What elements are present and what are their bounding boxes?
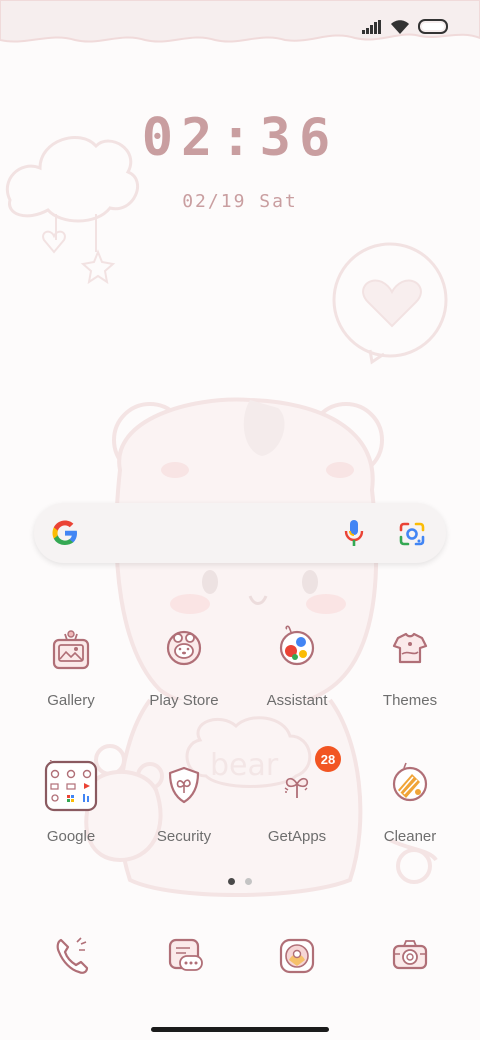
home-indicator[interactable] <box>151 1027 329 1032</box>
app-cleaner[interactable]: Cleaner <box>354 760 466 845</box>
dock-phone[interactable] <box>15 930 127 984</box>
assistant-icon <box>279 625 315 666</box>
app-assistant[interactable]: Assistant <box>241 624 353 709</box>
messages-icon <box>168 938 203 971</box>
page-indicator[interactable] <box>0 878 480 885</box>
getapps-icon <box>284 777 309 798</box>
clock-time[interactable]: 02:36 <box>0 108 480 168</box>
browser-icon <box>279 938 315 974</box>
page-dot-active <box>228 878 235 885</box>
gallery-icon <box>52 630 90 670</box>
google-lens-icon[interactable] <box>398 521 426 547</box>
app-gallery[interactable]: Gallery <box>15 624 127 709</box>
app-label: Cleaner <box>383 828 437 845</box>
app-label: Assistant <box>266 692 328 709</box>
dock-browser[interactable] <box>241 930 353 984</box>
cleaner-icon <box>392 762 428 802</box>
google-search-bar[interactable] <box>34 503 446 563</box>
google-g-icon <box>52 520 77 545</box>
app-google-folder[interactable]: Google <box>15 755 127 845</box>
page-dot <box>245 878 252 885</box>
app-themes[interactable]: Themes <box>354 624 466 709</box>
app-label: Google <box>46 828 96 845</box>
camera-icon <box>392 940 428 970</box>
phone-icon <box>56 937 89 974</box>
app-label: Play Store <box>149 692 219 709</box>
app-security[interactable]: Security <box>128 760 240 845</box>
app-label: Themes <box>382 692 438 709</box>
app-label: Gallery <box>47 692 95 709</box>
dock-camera[interactable] <box>354 930 466 984</box>
app-play-store[interactable]: Play Store <box>128 624 240 709</box>
themes-icon <box>392 632 428 664</box>
app-label: Security <box>156 828 212 845</box>
play-store-icon <box>166 630 202 666</box>
notification-badge: 28 <box>315 746 341 772</box>
microphone-icon[interactable] <box>343 519 365 547</box>
wifi-icon <box>391 20 409 34</box>
signal-bars-icon <box>362 20 381 34</box>
app-getapps[interactable]: 28 GetApps <box>241 746 353 845</box>
security-icon <box>168 766 200 804</box>
app-label: GetApps <box>267 828 327 845</box>
clock-date[interactable]: 02/19 Sat <box>0 191 480 212</box>
dock-messages[interactable] <box>128 930 240 984</box>
battery-icon <box>418 19 448 34</box>
google-folder-icon <box>44 755 98 812</box>
status-bar <box>362 14 450 40</box>
